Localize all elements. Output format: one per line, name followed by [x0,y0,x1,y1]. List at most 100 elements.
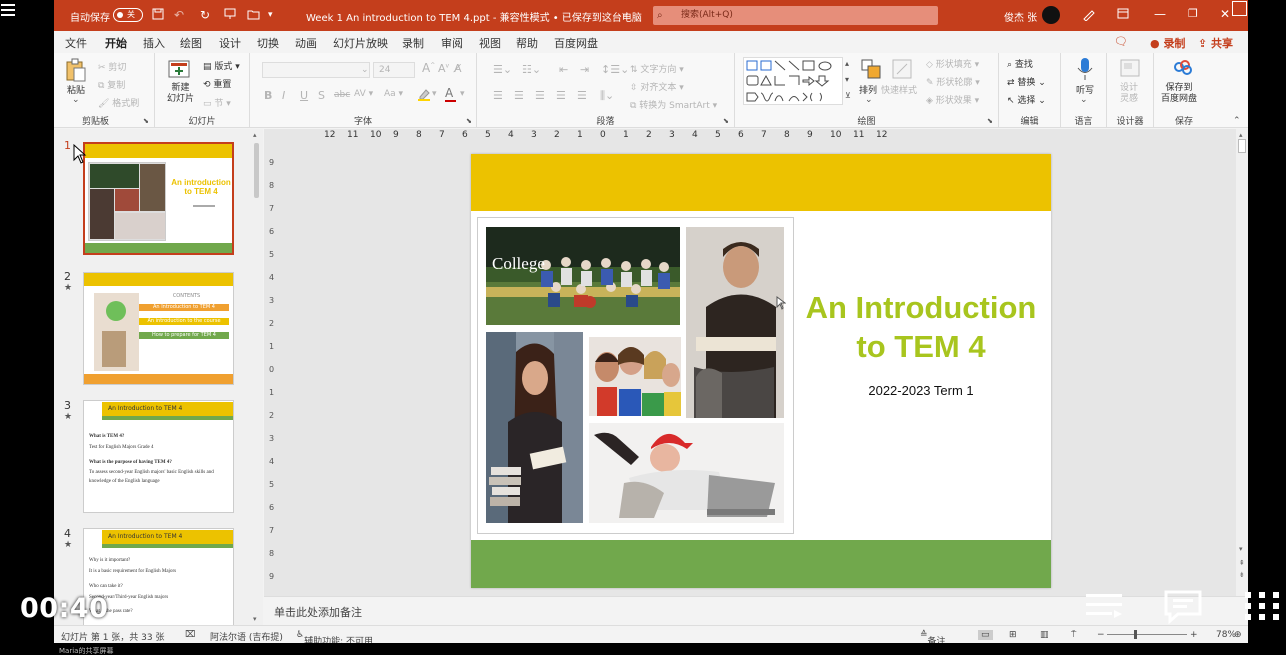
tab-help[interactable]: 帮助 [516,35,538,51]
layout-button[interactable]: ▤ 版式 ▾ [203,59,240,72]
restore-button[interactable]: ❐ [1188,7,1198,20]
slide-thumbnail-2[interactable]: CONTENTS An Introduction to TEM 4 An int… [83,272,234,385]
tab-review[interactable]: 审阅 [441,35,463,51]
avatar[interactable] [1042,6,1060,24]
baidu-cloud-icon[interactable] [1171,57,1195,79]
record-button[interactable]: ● 录制 [1150,35,1185,51]
slide-canvas[interactable]: College An Introduction to TEM 4 2022-20… [471,154,1051,588]
tab-view[interactable]: 视图 [479,35,501,51]
chat-icon[interactable] [1164,590,1204,628]
slide-thumbnail-1[interactable]: An introduction to TEM 4 [83,142,234,255]
reset-button[interactable]: ⟲ 重置 [203,77,231,90]
new-slide-icon[interactable] [167,57,191,79]
slide-title[interactable]: An Introduction to TEM 4 [793,288,1049,366]
tab-insert[interactable]: 插入 [143,35,165,51]
align-text-button[interactable]: ⇳ 对齐文本 ▾ [630,80,684,93]
shape-fill-button[interactable]: ◇ 形状填充 ▾ [926,57,979,70]
tab-baidu-netdisk[interactable]: 百度网盘 [554,35,598,51]
text-direction-button[interactable]: ⇅ 文字方向 ▾ [630,62,684,75]
undo-icon[interactable]: ↶ [174,8,184,22]
share-button[interactable]: ⇪ 共享 [1198,35,1233,51]
shapes-more-icon[interactable]: ⊻ [845,91,851,100]
zoom-out-icon[interactable]: − [1097,630,1105,640]
decrease-indent-icon[interactable]: ⇤ [559,63,568,76]
slide-subtitle[interactable]: 2022-2023 Term 1 [793,383,1049,398]
quick-styles-icon[interactable] [890,57,914,79]
design-ideas-icon[interactable] [1118,56,1142,78]
present-icon[interactable] [224,8,236,23]
accessibility-status[interactable]: ♿ 辅助功能: 不可用 [296,630,373,643]
increase-font-icon[interactable]: A^ [422,61,435,75]
shapes-gallery[interactable] [743,57,843,105]
microphone-icon[interactable] [1073,56,1097,80]
tab-slideshow[interactable]: 幻灯片放映 [333,35,388,51]
italic-button[interactable]: I [282,89,285,102]
zoom-level[interactable]: 78% [1216,630,1236,640]
open-folder-icon[interactable] [247,8,260,23]
highlight-color-icon[interactable] [417,87,431,104]
highlight-dropdown-icon[interactable]: ▾ [432,89,437,99]
scroll-thumb[interactable] [1238,139,1246,153]
tab-design[interactable]: 设计 [219,35,241,51]
slideshow-view-icon[interactable]: ⍑ [1071,630,1076,640]
save-to-netdisk-button[interactable]: 保存到 百度网盘 [1161,83,1197,105]
previous-slide-icon[interactable]: ⇞ [1239,559,1245,567]
search-box[interactable]: ⌕ 搜索(Alt+Q) [653,6,938,25]
replace-button[interactable]: ⇄ 替换 ⌄ [1007,75,1046,88]
font-launcher-icon[interactable]: ⬊ [466,117,472,125]
shape-outline-button[interactable]: ✎ 形状轮廓 ▾ [926,75,980,88]
tab-animations[interactable]: 动画 [295,35,317,51]
justify-icon[interactable]: ☰ [556,89,566,102]
clipboard-launcher-icon[interactable]: ⬊ [143,117,149,125]
strikethrough-button[interactable]: abc [334,90,350,100]
clear-format-icon[interactable]: A̸ [454,62,462,75]
cut-button[interactable]: ✂ 剪切 [98,60,126,73]
tab-transitions[interactable]: 切换 [257,35,279,51]
numbering-icon[interactable]: ☷⌄ [522,63,541,76]
save-icon[interactable] [152,8,164,23]
smartart-button[interactable]: ⧉ 转换为 SmartArt ▾ [630,98,717,111]
copy-button[interactable]: ⧉ 复制 [98,78,125,91]
chevron-down-icon[interactable]: ⌵ [622,9,628,19]
tab-home[interactable]: 开始 [105,35,127,55]
format-painter-button[interactable]: 🖌 格式刷 [98,96,139,109]
tab-draw[interactable]: 绘图 [180,35,202,51]
shapes-scroll-up-icon[interactable]: ▴ [845,59,849,68]
quick-styles-button[interactable]: 快速样式 [881,83,917,96]
paragraph-launcher-icon[interactable]: ⬊ [723,117,729,125]
slide-thumbnail-3[interactable]: An Introduction to TEM 4 What is TEM 4? … [83,400,234,513]
fit-to-window-icon[interactable]: ⊕ [1234,630,1242,640]
font-name-box[interactable] [262,62,370,78]
editor-scrollbar[interactable]: ▴ ▾ ⇞ ⇟ [1236,129,1248,596]
font-color-icon[interactable]: A [445,86,456,102]
change-case-button[interactable]: Aa ▾ [384,89,403,99]
paste-dropdown-icon[interactable]: ⌄ [72,95,80,105]
normal-view-icon[interactable]: ▭ [978,630,993,640]
playlist-icon[interactable] [1086,590,1124,626]
distribute-icon[interactable]: ☰ [577,89,587,102]
bullets-icon[interactable]: ☰⌄ [493,63,512,76]
arrange-dropdown-icon[interactable]: ⌄ [865,95,873,105]
drawing-launcher-icon[interactable]: ⬊ [987,117,993,125]
pen-icon[interactable] [1082,8,1095,24]
shape-effects-button[interactable]: ◈ 形状效果 ▾ [926,93,979,106]
find-button[interactable]: ⌕ 查找 [1007,57,1033,70]
grid-menu-icon[interactable] [1245,590,1281,626]
shadow-button[interactable]: S [318,89,325,102]
tab-file[interactable]: 文件 [65,35,87,51]
arrange-icon[interactable] [859,57,883,79]
columns-icon[interactable]: ⫼⌄ [600,89,614,103]
new-slide-button[interactable]: 新建 幻灯片 [167,83,194,105]
select-button[interactable]: ↖ 选择 ⌄ [1007,93,1046,106]
align-right-icon[interactable]: ☰ [535,89,545,102]
customize-qat-icon[interactable]: ▾ [268,8,273,22]
bold-button[interactable]: B [264,89,272,102]
user-name[interactable]: 俊杰 张 [1004,9,1037,24]
align-center-icon[interactable]: ☰ [514,89,524,102]
spellcheck-icon[interactable]: ⌧ [185,630,195,640]
minimize-button[interactable]: — [1154,7,1166,21]
decrease-font-icon[interactable]: Av [438,62,449,75]
shapes-scroll-down-icon[interactable]: ▾ [845,75,849,84]
font-name-dropdown-icon[interactable]: ⌄ [361,65,369,75]
next-slide-icon[interactable]: ⇟ [1239,571,1245,579]
